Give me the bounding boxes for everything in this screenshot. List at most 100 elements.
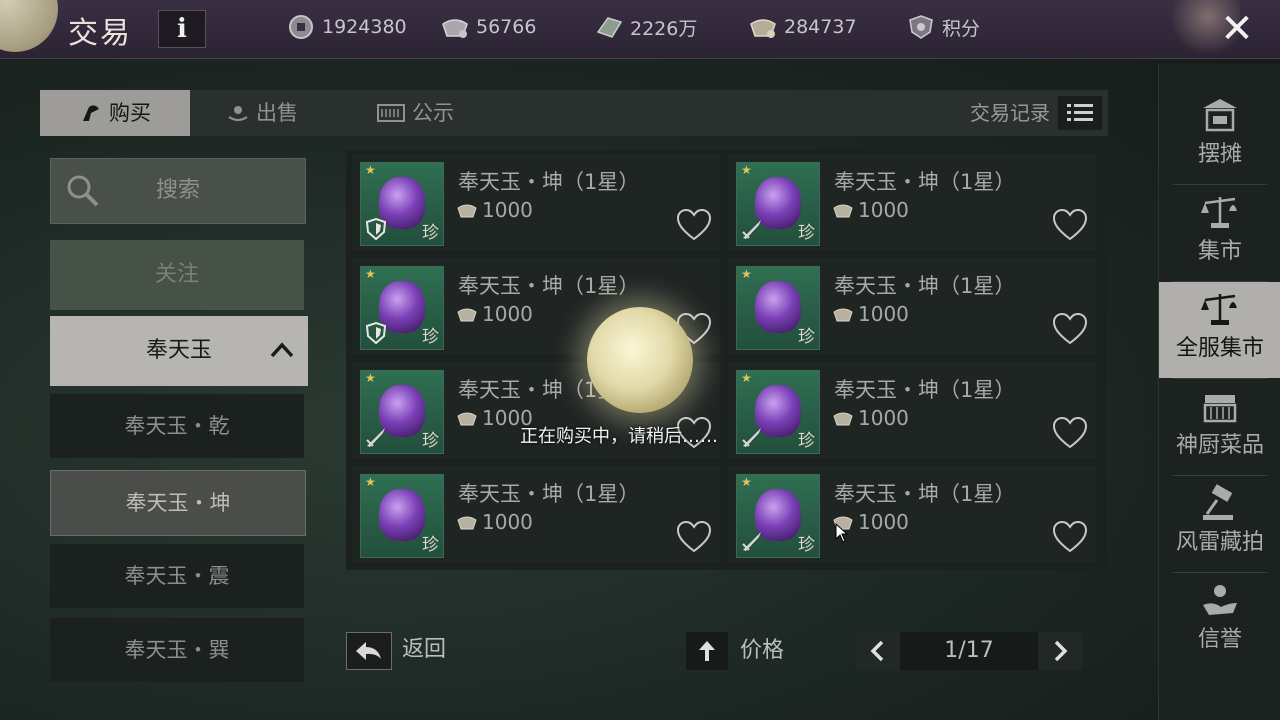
- heart-icon[interactable]: [1052, 312, 1088, 346]
- item-price: 1000: [456, 510, 533, 534]
- nav-item-5[interactable]: 信誉: [1159, 573, 1280, 669]
- silver-coin-icon: [289, 15, 313, 39]
- follow-button[interactable]: 关注: [50, 240, 304, 310]
- sort-label[interactable]: 价格: [740, 632, 784, 670]
- star-icon: ★: [741, 371, 752, 385]
- item-thumbnail: ★ 珍: [736, 474, 820, 558]
- currency-points-label: 积分: [942, 17, 981, 40]
- tab-sell[interactable]: 出售: [226, 90, 336, 136]
- nav-item-0[interactable]: 摆摊: [1159, 88, 1280, 184]
- heart-icon[interactable]: [1052, 208, 1088, 242]
- item-card[interactable]: ★ 珍 奉天玉・坤（1星） 1000: [728, 466, 1096, 562]
- info-button[interactable]: i: [158, 10, 206, 48]
- star-icon: ★: [365, 371, 376, 385]
- kitchen-icon: [1203, 395, 1237, 423]
- sword-icon: [742, 428, 761, 447]
- close-button[interactable]: ✕: [1212, 4, 1262, 54]
- ingot-icon: [833, 412, 853, 426]
- currency-gold-ingot: 284737: [748, 12, 857, 42]
- gavel-icon: [1203, 484, 1233, 520]
- item-rarity-tag: 珍: [798, 223, 815, 243]
- item-name: 奉天玉・坤（1星）: [458, 274, 640, 298]
- sword-icon: [366, 428, 385, 447]
- scale-icon: [1201, 197, 1237, 228]
- sword-icon: [742, 220, 761, 239]
- nav-label: 集市: [1197, 239, 1242, 264]
- loading-moon: [587, 307, 693, 413]
- sub-item-zhen[interactable]: 奉天玉・震: [50, 544, 304, 608]
- tab-buy[interactable]: 购买: [40, 90, 190, 136]
- tab-buy-label: 购买: [109, 101, 151, 125]
- tab-notice-label: 公示: [412, 101, 454, 125]
- ingot-icon: [457, 412, 477, 426]
- item-name: 奉天玉・坤（1星）: [458, 170, 640, 194]
- item-thumbnail: ★ 珍: [736, 162, 820, 246]
- heart-icon[interactable]: [676, 208, 712, 242]
- heart-icon[interactable]: [676, 520, 712, 554]
- back-label[interactable]: 返回: [402, 632, 446, 668]
- currency-gold-ingot-value: 284737: [784, 16, 857, 38]
- item-card[interactable]: ★ 珍 奉天玉・坤（1星） 1000: [728, 154, 1096, 250]
- trade-log-link[interactable]: 交易记录: [970, 90, 1050, 136]
- ingot-icon: [442, 19, 468, 38]
- back-arrow-icon: [356, 642, 381, 660]
- jade-icon: [596, 17, 623, 38]
- nav-item-4[interactable]: 风雷藏拍: [1159, 476, 1280, 572]
- item-thumbnail: ★ 珍: [360, 370, 444, 454]
- item-thumbnail: ★ 珍: [360, 266, 444, 350]
- gem-icon: [755, 281, 801, 333]
- prev-page-button[interactable]: [856, 632, 900, 670]
- trade-log-button[interactable]: [1058, 96, 1102, 130]
- item-rarity-tag: 珍: [422, 327, 439, 347]
- currency-ingot-value: 56766: [476, 16, 537, 38]
- item-card[interactable]: ★ 珍 奉天玉・坤（1星） 1000: [728, 258, 1096, 354]
- item-card[interactable]: ★ 珍 奉天玉・坤（1星） 1000: [728, 362, 1096, 458]
- list-icon: [1067, 104, 1093, 121]
- page-title: 交易: [68, 16, 132, 51]
- star-icon: ★: [365, 163, 376, 177]
- heart-icon[interactable]: [1052, 416, 1088, 450]
- tab-notice[interactable]: 公示: [376, 90, 486, 136]
- ingot-icon: [457, 204, 477, 218]
- item-name: 奉天玉・坤（1星）: [834, 170, 1016, 194]
- item-price: 1000: [456, 302, 533, 326]
- sub-item-qian[interactable]: 奉天玉・乾: [50, 394, 304, 458]
- nav-label: 神厨菜品: [1175, 433, 1264, 458]
- item-name: 奉天玉・坤（1星）: [834, 482, 1016, 506]
- nav-label: 全服集市: [1175, 336, 1264, 361]
- nav-item-2[interactable]: 全服集市: [1159, 282, 1280, 378]
- side-nav: 摆摊 集市 全服集市 神厨菜品 风雷藏拍 信誉: [1158, 64, 1280, 720]
- category-header[interactable]: 奉天玉: [50, 316, 308, 386]
- hand-icon: [1203, 585, 1237, 615]
- item-rarity-tag: 珍: [798, 535, 815, 555]
- sub-item-kun[interactable]: 奉天玉・坤: [50, 470, 306, 536]
- sort-button[interactable]: [686, 632, 728, 670]
- sub-item-xun[interactable]: 奉天玉・巽: [50, 618, 304, 682]
- currency-jade-value: 2226万: [630, 17, 698, 40]
- item-price: 1000: [832, 198, 909, 222]
- currency-jade: 2226万: [594, 12, 697, 42]
- nav-item-3[interactable]: 神厨菜品: [1159, 379, 1280, 475]
- star-icon: ★: [741, 163, 752, 177]
- star-icon: ★: [365, 267, 376, 281]
- mouse-cursor-icon: [835, 523, 849, 543]
- item-grid: ★ 珍 奉天玉・坤（1星） 1000 ★ 珍 奉天玉・坤（1星） 1000 ★ …: [346, 150, 1106, 570]
- back-button[interactable]: [346, 632, 392, 670]
- item-name: 奉天玉・坤（1星）: [458, 482, 640, 506]
- nav-label: 信誉: [1197, 627, 1242, 652]
- search-button[interactable]: 搜索: [50, 158, 306, 224]
- heart-icon[interactable]: [1052, 520, 1088, 554]
- item-card[interactable]: ★ 珍 奉天玉・坤（1星） 1000: [352, 154, 720, 250]
- gold-ingot-icon: [750, 19, 776, 38]
- item-rarity-tag: 珍: [798, 327, 815, 347]
- item-name: 奉天玉・坤（1星）: [834, 378, 1016, 402]
- nav-item-1[interactable]: 集市: [1159, 185, 1280, 281]
- next-page-button[interactable]: [1038, 632, 1082, 670]
- item-price-value: 1000: [858, 406, 909, 430]
- item-price: 1000: [832, 406, 909, 430]
- top-bar: 交易 i 1924380 56766 2226万 284737 积分 ✕: [0, 0, 1280, 59]
- item-rarity-tag: 珍: [798, 431, 815, 451]
- search-label: 搜索: [155, 178, 200, 203]
- item-rarity-tag: 珍: [422, 431, 439, 451]
- item-card[interactable]: ★ 珍 奉天玉・坤（1星） 1000: [352, 466, 720, 562]
